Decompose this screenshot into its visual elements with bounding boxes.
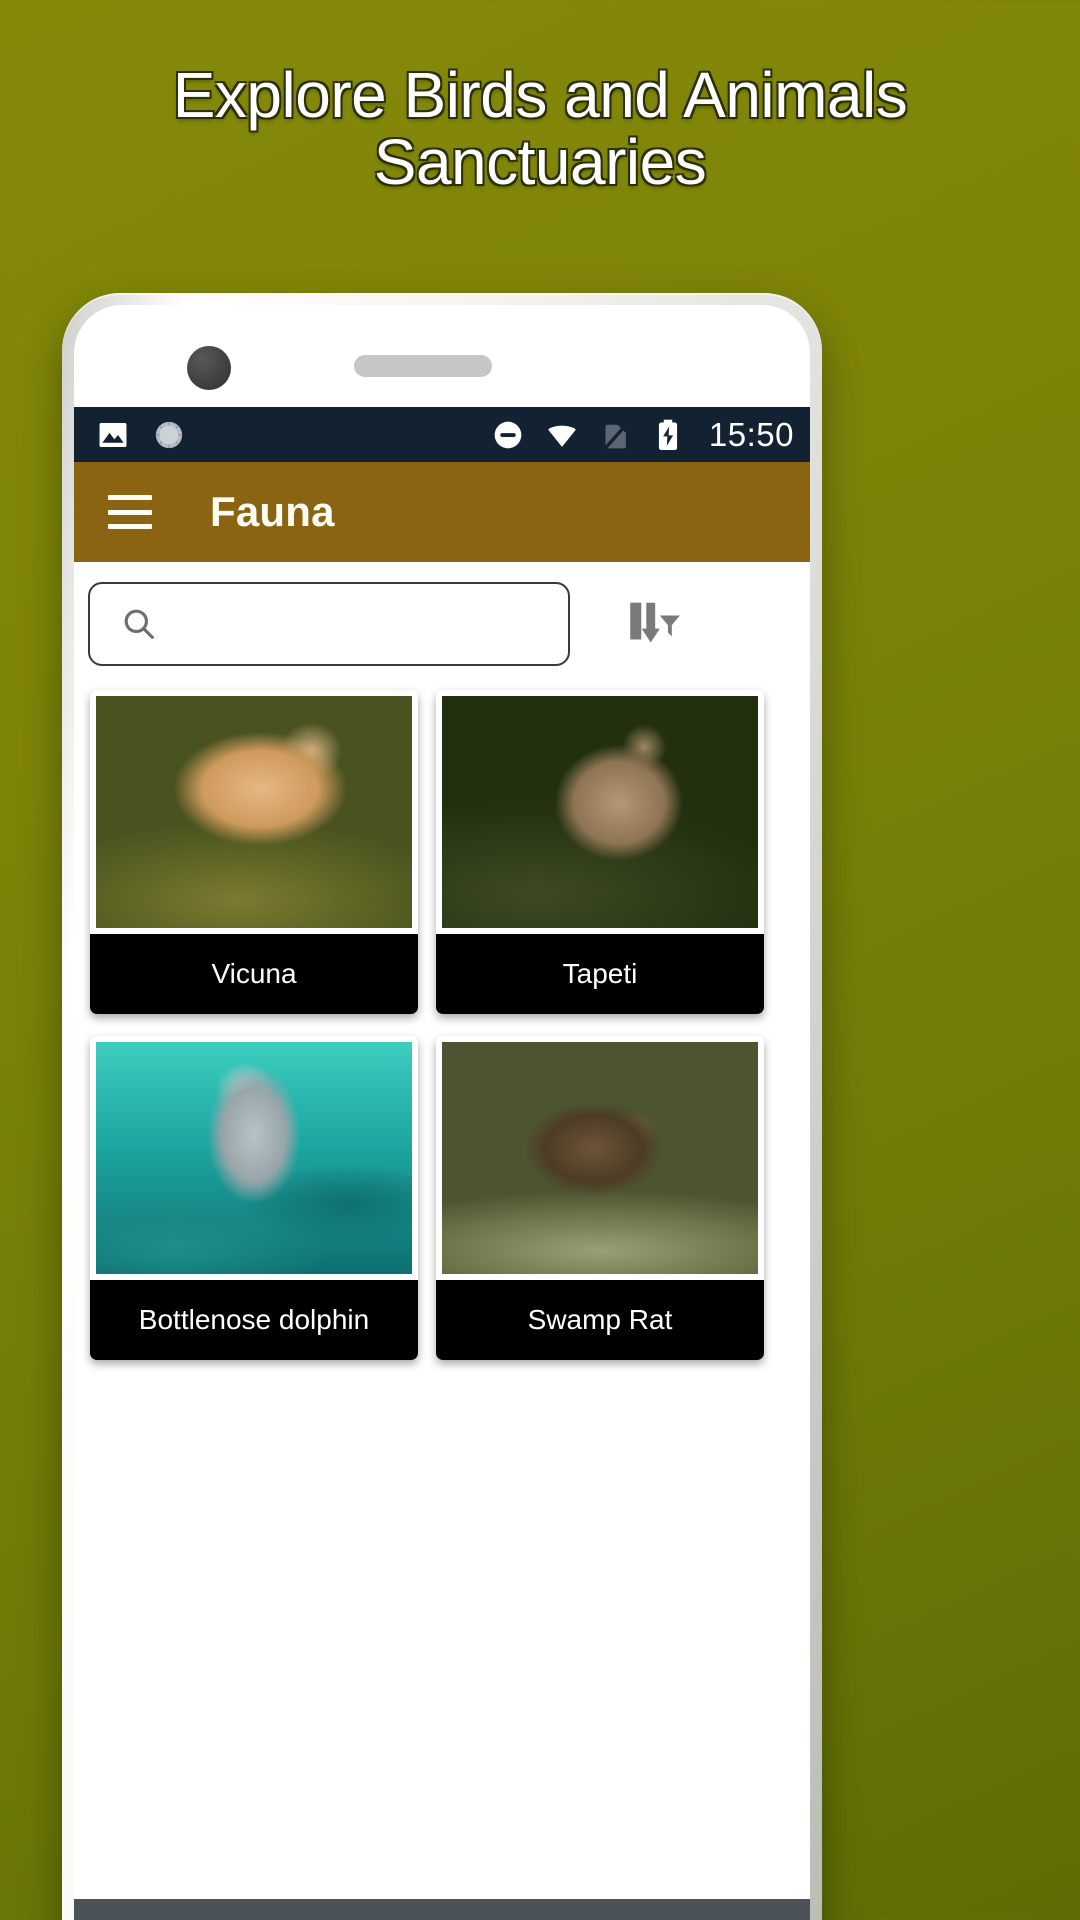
promo-line-1: Explore Birds and Animals xyxy=(172,59,908,131)
animal-label: Bottlenose dolphin xyxy=(90,1280,418,1360)
promo-headline: Explore Birds and Animals Sanctuaries xyxy=(0,62,1080,195)
earpiece-speaker xyxy=(354,355,492,377)
status-bar-right-icons: 15:50 xyxy=(491,416,794,454)
animal-label: Swamp Rat xyxy=(436,1280,764,1360)
loading-spinner-icon xyxy=(155,421,183,448)
wifi-icon xyxy=(548,425,576,447)
promo-line-2: Sanctuaries xyxy=(373,125,707,198)
search-input[interactable] xyxy=(176,608,556,640)
page-title: Fauna xyxy=(210,488,335,535)
list-item[interactable]: Swamp Rat xyxy=(436,1036,764,1360)
animal-label: Vicuna xyxy=(90,934,418,1014)
thumbnail-frame xyxy=(90,690,418,928)
status-bar: 15:50 xyxy=(74,407,810,462)
status-bar-clock: 15:50 xyxy=(708,415,794,453)
sort-filter-icon[interactable] xyxy=(604,587,694,661)
thumbnail-frame xyxy=(436,690,764,928)
animal-photo xyxy=(442,696,758,928)
no-sim-icon xyxy=(603,422,628,450)
do-not-disturb-icon xyxy=(494,421,522,448)
front-camera-icon xyxy=(187,346,231,390)
search-row xyxy=(74,562,810,684)
app-bar: Fauna xyxy=(74,462,810,562)
search-icon xyxy=(124,609,154,639)
phone-bezel: 15:50 Fauna Vicuna Tapeti Bottlenose dol… xyxy=(74,305,810,1920)
list-item[interactable]: Vicuna xyxy=(90,690,418,1014)
list-item[interactable]: Tapeti xyxy=(436,690,764,1014)
system-navigation-bar[interactable] xyxy=(74,1899,810,1920)
status-bar-left-icons xyxy=(96,418,186,452)
content-bottom-spacer xyxy=(74,1360,810,1400)
battery-charging-icon xyxy=(658,419,677,450)
animal-label: Tapeti xyxy=(436,934,764,1014)
image-icon xyxy=(99,422,127,447)
hamburger-menu-icon[interactable] xyxy=(108,495,152,529)
thumbnail-frame xyxy=(436,1036,764,1274)
thumbnail-frame xyxy=(90,1036,418,1274)
list-item[interactable]: Bottlenose dolphin xyxy=(90,1036,418,1360)
phone-screen: 15:50 Fauna Vicuna Tapeti Bottlenose dol… xyxy=(74,407,810,1920)
animal-photo xyxy=(96,696,412,928)
search-box[interactable] xyxy=(88,582,570,666)
phone-mockup: 15:50 Fauna Vicuna Tapeti Bottlenose dol… xyxy=(62,293,822,1920)
animal-photo xyxy=(442,1042,758,1274)
animal-photo xyxy=(96,1042,412,1274)
fauna-grid: Vicuna Tapeti Bottlenose dolphin Swamp R… xyxy=(74,684,810,1360)
